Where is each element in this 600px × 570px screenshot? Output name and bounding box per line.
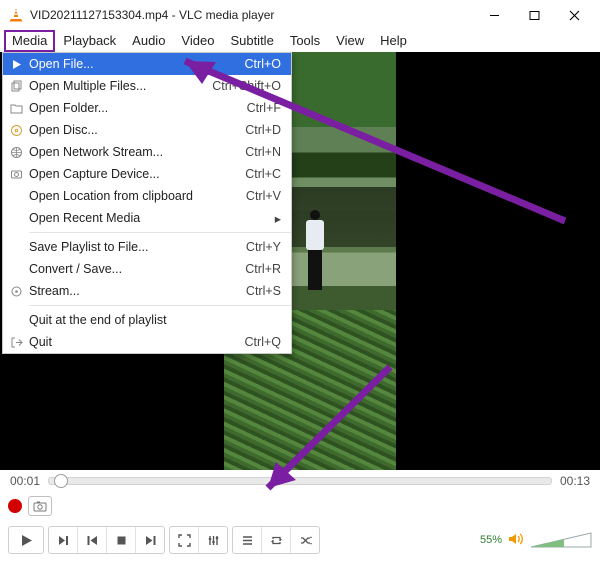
menu-item-open-file[interactable]: Open File... Ctrl+O [3,53,291,75]
files-icon [3,80,29,93]
menu-help[interactable]: Help [372,30,415,52]
video-area: Open File... Ctrl+O Open Multiple Files.… [0,52,600,470]
menu-item-label: Open Network Stream... [29,145,245,159]
stop-button[interactable] [107,527,136,553]
disc-icon [3,124,29,137]
menu-item-shortcut: Ctrl+O [245,57,281,71]
menu-item-label: Open Recent Media [29,211,267,225]
menu-item-open-network[interactable]: Open Network Stream... Ctrl+N [3,141,291,163]
menu-item-label: Open File... [29,57,245,71]
menu-item-shortcut: Ctrl+V [246,189,281,203]
menu-item-shortcut: Ctrl+Q [245,335,281,349]
menu-item-open-multiple[interactable]: Open Multiple Files... Ctrl+Shift+O [3,75,291,97]
video-person [302,210,328,292]
menu-item-convert[interactable]: Convert / Save... Ctrl+R [3,258,291,280]
media-menu-dropdown: Open File... Ctrl+O Open Multiple Files.… [2,52,292,354]
window-title: VID20211127153304.mp4 - VLC media player [30,8,474,22]
menu-item-save-playlist[interactable]: Save Playlist to File... Ctrl+Y [3,236,291,258]
advanced-controls-row [0,492,600,520]
menu-item-shortcut: Ctrl+S [246,284,281,298]
seek-slider[interactable] [48,477,552,485]
menu-tools[interactable]: Tools [282,30,328,52]
menu-bar: Media Playback Audio Video Subtitle Tool… [0,30,600,52]
play-button[interactable] [9,527,43,553]
frame-step-button[interactable] [49,527,78,553]
menu-item-open-recent[interactable]: Open Recent Media ▸ [3,207,291,229]
speaker-icon[interactable] [508,532,524,549]
quit-icon [3,336,29,349]
menu-item-label: Open Location from clipboard [29,189,246,203]
menu-item-label: Open Capture Device... [29,167,245,181]
menu-item-shortcut: Ctrl+D [245,123,281,137]
menu-item-open-disc[interactable]: Open Disc... Ctrl+D [3,119,291,141]
extended-settings-button[interactable] [199,527,227,553]
playlist-button[interactable] [233,527,262,553]
menu-playback[interactable]: Playback [55,30,124,52]
menu-media[interactable]: Media [4,30,55,52]
time-elapsed: 00:01 [10,474,40,488]
menu-item-shortcut: Ctrl+R [245,262,281,276]
seek-knob[interactable] [54,474,68,488]
menu-item-open-folder[interactable]: Open Folder... Ctrl+F [3,97,291,119]
menu-video[interactable]: Video [173,30,222,52]
menu-item-quit-end[interactable]: Quit at the end of playlist [3,309,291,331]
record-button[interactable] [8,499,22,513]
menu-item-label: Open Folder... [29,101,247,115]
menu-view[interactable]: View [328,30,372,52]
snapshot-button[interactable] [28,496,52,516]
menu-item-shortcut: Ctrl+C [245,167,281,181]
menu-item-label: Open Multiple Files... [29,79,212,93]
menu-separator [29,232,291,233]
menu-item-open-capture[interactable]: Open Capture Device... Ctrl+C [3,163,291,185]
playback-controls: 55% [0,520,600,560]
previous-button[interactable] [78,527,107,553]
menu-subtitle[interactable]: Subtitle [222,30,281,52]
vlc-cone-icon [8,7,24,23]
menu-item-shortcut: Ctrl+N [245,145,281,159]
menu-item-stream[interactable]: Stream... Ctrl+S [3,280,291,302]
menu-item-quit[interactable]: Quit Ctrl+Q [3,331,291,353]
volume-percent: 55% [480,534,502,546]
fullscreen-button[interactable] [170,527,199,553]
network-icon [3,146,29,159]
play-file-icon [3,58,29,71]
title-bar: VID20211127153304.mp4 - VLC media player [0,0,600,30]
menu-item-label: Stream... [29,284,246,298]
menu-audio[interactable]: Audio [124,30,173,52]
loop-button[interactable] [262,527,291,553]
menu-item-label: Save Playlist to File... [29,240,246,254]
menu-item-shortcut: Ctrl+Y [246,240,281,254]
menu-item-open-clipboard[interactable]: Open Location from clipboard Ctrl+V [3,185,291,207]
menu-item-shortcut: Ctrl+F [247,101,281,115]
seek-bar: 00:01 00:13 [0,470,600,492]
menu-item-label: Convert / Save... [29,262,245,276]
minimize-button[interactable] [474,0,514,30]
stream-icon [3,285,29,298]
shuffle-button[interactable] [291,527,319,553]
volume-slider[interactable] [530,531,592,549]
time-total: 00:13 [560,474,590,488]
close-button[interactable] [554,0,594,30]
maximize-button[interactable] [514,0,554,30]
capture-icon [3,168,29,181]
folder-icon [3,102,29,115]
menu-item-label: Quit at the end of playlist [29,313,281,327]
menu-separator [29,305,291,306]
menu-item-label: Quit [29,335,245,349]
menu-item-shortcut: Ctrl+Shift+O [212,79,281,93]
submenu-arrow-icon: ▸ [267,211,281,226]
next-button[interactable] [136,527,164,553]
volume-control: 55% [480,531,592,549]
menu-item-label: Open Disc... [29,123,245,137]
